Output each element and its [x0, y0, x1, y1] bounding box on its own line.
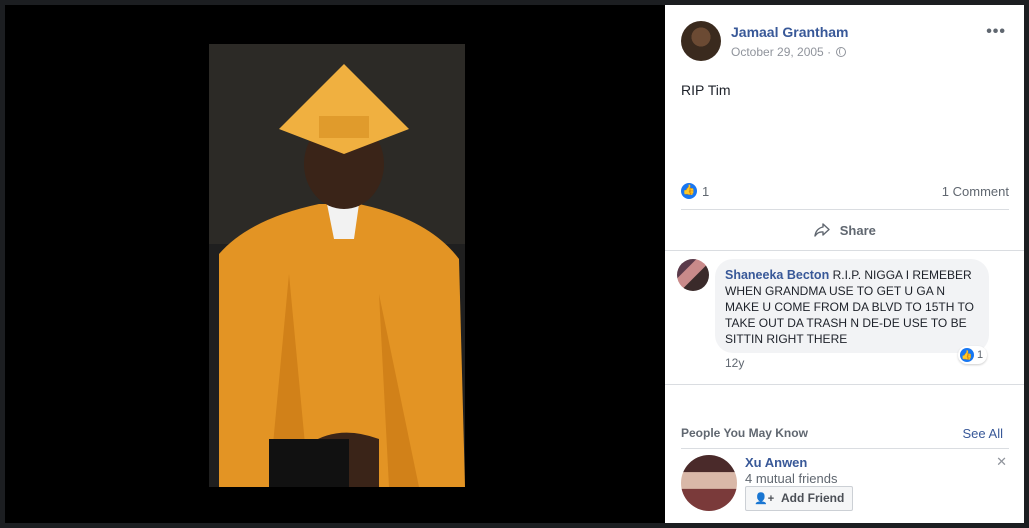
see-all-link[interactable]: See All: [963, 426, 1003, 441]
divider: [665, 384, 1024, 385]
comment-author[interactable]: Shaneeka Becton: [725, 268, 829, 282]
post-panel: Jamaal Grantham October 29, 2005 · ••• R…: [665, 5, 1024, 523]
author-avatar[interactable]: [681, 21, 721, 61]
like-icon: 👍: [960, 348, 974, 362]
post-text: RIP Tim: [681, 82, 731, 98]
suggestion-avatar[interactable]: [681, 455, 737, 511]
post-date[interactable]: October 29, 2005 ·: [731, 45, 831, 59]
divider: [665, 250, 1024, 251]
post-photo[interactable]: [209, 44, 465, 487]
close-icon[interactable]: ✕: [996, 454, 1007, 470]
globe-icon: [836, 47, 847, 57]
comment-like-count: 1: [977, 349, 984, 361]
people-you-may-know-title: People You May Know: [681, 426, 808, 440]
post-author[interactable]: Jamaal Grantham: [731, 24, 849, 40]
share-icon: [814, 223, 830, 237]
post-timestamp[interactable]: October 29, 2005 ·: [731, 45, 847, 59]
more-icon[interactable]: •••: [986, 23, 1006, 41]
post-header: Jamaal Grantham October 29, 2005 · •••: [681, 21, 1012, 65]
like-count[interactable]: 1: [702, 184, 709, 199]
share-label: Share: [839, 223, 876, 238]
divider: [681, 209, 1009, 210]
suggestion-name[interactable]: Xu Anwen: [745, 455, 807, 470]
post-stats: 👍 1 1 Comment: [681, 183, 1009, 203]
divider: [681, 448, 1009, 449]
commenter-avatar[interactable]: [677, 259, 709, 291]
add-friend-button[interactable]: 👤+ Add Friend: [745, 486, 854, 511]
comment-count[interactable]: 1 Comment: [942, 184, 1009, 199]
photo-viewer: [5, 5, 665, 523]
comment-age[interactable]: 12y: [725, 356, 744, 370]
share-button[interactable]: Share: [681, 215, 1009, 247]
mutual-friends[interactable]: 4 mutual friends: [745, 471, 838, 486]
add-friend-icon: 👤+: [754, 493, 775, 505]
add-friend-label: Add Friend: [781, 491, 845, 505]
comment-reactions[interactable]: 👍 1: [958, 346, 988, 364]
like-icon[interactable]: 👍: [681, 183, 697, 199]
comment-bubble: Shaneeka Becton R.I.P. NIGGA I REMEBER W…: [715, 259, 989, 353]
